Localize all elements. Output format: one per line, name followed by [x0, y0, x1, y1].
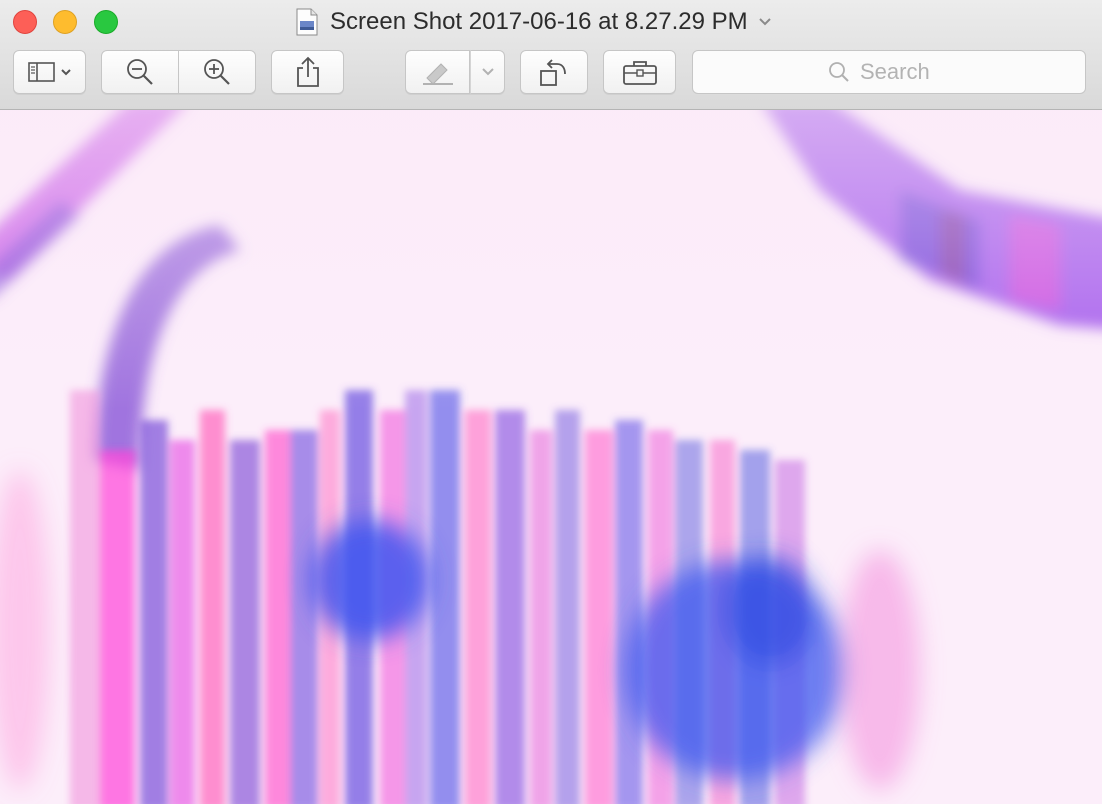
zoom-in-icon	[204, 59, 230, 85]
image-viewer[interactable]	[0, 110, 1102, 804]
chevron-down-icon	[481, 68, 494, 76]
markup-button[interactable]	[405, 50, 470, 94]
preview-window: Screen Shot 2017-06-16 at 8.27.29 PM	[0, 0, 1102, 804]
close-window-button[interactable]	[13, 10, 37, 34]
window-title-area[interactable]: Screen Shot 2017-06-16 at 8.27.29 PM	[296, 6, 772, 38]
title-bar: Screen Shot 2017-06-16 at 8.27.29 PM	[0, 0, 1102, 110]
markup-options-button[interactable]	[470, 50, 505, 94]
search-input[interactable]	[860, 59, 950, 85]
minimize-window-button[interactable]	[53, 10, 77, 34]
window-title: Screen Shot 2017-06-16 at 8.27.29 PM	[330, 8, 748, 35]
markup-pen-icon	[422, 63, 453, 85]
search-field[interactable]	[692, 50, 1086, 94]
toolbox-button[interactable]	[603, 50, 676, 94]
document-icon	[296, 8, 318, 36]
rotate-left-button[interactable]	[520, 50, 588, 94]
zoom-out-icon	[127, 59, 153, 85]
chevron-down-icon[interactable]	[758, 17, 772, 27]
sidebar-icon	[27, 62, 71, 82]
document-image	[0, 110, 1102, 804]
share-icon	[296, 56, 319, 87]
zoom-out-button[interactable]	[101, 50, 179, 94]
zoom-in-button[interactable]	[179, 50, 256, 94]
share-button[interactable]	[271, 50, 344, 94]
sidebar-toggle-button[interactable]	[13, 50, 86, 94]
rotate-left-icon	[540, 59, 566, 86]
toolbox-icon	[622, 61, 657, 85]
search-icon	[829, 62, 849, 82]
maximize-window-button[interactable]	[94, 10, 118, 34]
